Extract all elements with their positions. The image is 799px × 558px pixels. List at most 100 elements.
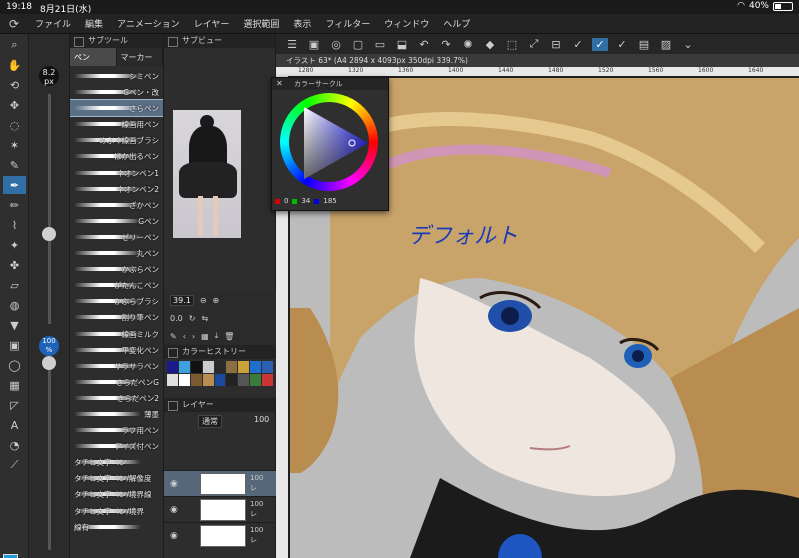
history-swatch[interactable] xyxy=(262,374,273,386)
history-swatch[interactable] xyxy=(167,361,178,373)
brush-item[interactable]: ラフ用ペン xyxy=(70,422,163,438)
brush-item[interactable]: がたんこペン xyxy=(70,277,163,293)
rotate-icon[interactable]: ⟲ xyxy=(3,76,26,94)
lasso-icon[interactable]: ◌ xyxy=(3,116,26,134)
brush-item[interactable]: ほか出るペン xyxy=(70,148,163,164)
layer-row[interactable]: ◉ 100 レ xyxy=(164,522,276,548)
layer-row[interactable]: ◉ 100 レ xyxy=(164,470,276,496)
history-swatch[interactable] xyxy=(202,374,214,386)
brush-item[interactable]: ざかペン xyxy=(70,197,163,213)
brush-item[interactable]: かぶらブラシ xyxy=(70,293,163,309)
visibility-eye-icon[interactable]: ◉ xyxy=(170,479,178,489)
history-swatch[interactable] xyxy=(238,374,250,386)
color-swatch-fg-bg[interactable] xyxy=(3,554,27,558)
saturation-value-triangle[interactable] xyxy=(302,105,370,181)
brush-item[interactable]: 丸ペン xyxy=(70,245,163,261)
decoration-icon[interactable]: ✤ xyxy=(3,256,26,274)
main-color[interactable] xyxy=(3,554,18,558)
zoom-in-icon[interactable]: ⊕ xyxy=(213,296,220,305)
snap-icon[interactable]: ⊟ xyxy=(548,38,564,51)
history-swatch[interactable] xyxy=(250,361,262,373)
zoom-out-icon[interactable]: ⊖ xyxy=(200,296,207,305)
stroke-icon[interactable]: ✓ xyxy=(614,38,630,51)
fill-icon[interactable]: ▼ xyxy=(3,316,26,334)
figure-icon[interactable]: ◯ xyxy=(3,356,26,374)
brush-item[interactable]: 薄墨 xyxy=(70,406,163,422)
menu-view[interactable]: 表示 xyxy=(286,17,318,30)
brush-mode-icon[interactable]: ✓ xyxy=(592,37,608,51)
visibility-eye-icon[interactable]: ◉ xyxy=(170,531,178,541)
redo-icon[interactable]: ↷ xyxy=(438,38,454,51)
layer-opacity[interactable]: 100 xyxy=(254,415,269,424)
menu-help[interactable]: ヘルプ xyxy=(436,17,477,30)
tab-pen[interactable]: ペン xyxy=(70,48,117,66)
history-swatch[interactable] xyxy=(190,361,202,373)
menu-layer[interactable]: レイヤー xyxy=(187,17,237,30)
brush-item[interactable]: タチヒ文字ペン xyxy=(70,454,163,470)
brush-size-knob[interactable] xyxy=(42,227,56,241)
canvas-tab[interactable]: イラスト 63* (A4 2894 x 4093px 350dpi 339.7%… xyxy=(276,54,799,67)
layer-settings-icon[interactable]: ▤ xyxy=(636,38,652,51)
menu-file[interactable]: ファイル xyxy=(28,17,78,30)
balloon-icon[interactable]: ◔ xyxy=(3,436,26,454)
menu-window[interactable]: ウィンドウ xyxy=(377,17,436,30)
history-swatch[interactable] xyxy=(250,374,262,386)
pen-icon[interactable]: ✒ xyxy=(3,176,26,194)
brush-item[interactable]: Gペン xyxy=(70,213,163,229)
transform-icon[interactable]: ⤢ xyxy=(526,37,542,51)
grid-icon[interactable]: ▦ xyxy=(201,332,209,341)
opacity-knob[interactable] xyxy=(42,356,56,370)
history-swatch[interactable] xyxy=(214,374,226,386)
zoom-field[interactable]: 39.1 xyxy=(170,294,194,306)
layer-row[interactable]: ◉ 100 レ xyxy=(164,496,276,522)
brush-item[interactable]: 平変化ペン xyxy=(70,342,163,358)
brush-item[interactable]: 割り筆ペン xyxy=(70,309,163,325)
new-icon[interactable]: ▢ xyxy=(350,38,366,51)
pencil-icon[interactable]: ✏ xyxy=(3,196,26,214)
history-swatch[interactable] xyxy=(226,361,238,373)
blend-icon[interactable]: ◍ xyxy=(3,296,26,314)
zoom-icon[interactable]: ⌕ xyxy=(3,36,26,54)
brush-item[interactable]: タチヒ文字ペン/境界 xyxy=(70,503,163,519)
select-icon[interactable]: ⬚ xyxy=(504,38,520,51)
import-icon[interactable]: ⤓ xyxy=(215,331,219,341)
opacity-slider[interactable] xyxy=(48,360,51,550)
history-swatch[interactable] xyxy=(202,361,214,373)
more-icon[interactable]: ⌄ xyxy=(680,38,696,51)
history-swatch[interactable] xyxy=(262,361,273,373)
brush-item[interactable]: タチヒ文字ペン/解像度 xyxy=(70,470,163,486)
brush-item[interactable]: ネオンペン1 xyxy=(70,165,163,181)
brush-item[interactable]: かぶらペン xyxy=(70,261,163,277)
menu-edit[interactable]: 編集 xyxy=(78,17,110,30)
ruler-icon[interactable]: ◸ xyxy=(3,396,26,414)
history-swatch[interactable] xyxy=(167,374,178,386)
hand-icon[interactable]: ✋ xyxy=(3,56,26,74)
brush-item[interactable]: ゼリーペン xyxy=(70,229,163,245)
brush-item[interactable]: めぶく線画ブラシ xyxy=(70,132,163,148)
brush-item[interactable]: 線画ミルク xyxy=(70,326,163,342)
brush-item[interactable]: さらだペンG xyxy=(70,374,163,390)
history-swatch[interactable] xyxy=(214,361,226,373)
color-icon[interactable]: ▨ xyxy=(658,38,674,51)
text-icon[interactable]: A xyxy=(3,416,26,434)
save-icon[interactable]: ⬓ xyxy=(394,38,410,51)
brush-item[interactable]: アイズ付ペン xyxy=(70,438,163,454)
line-icon[interactable]: ⟋ xyxy=(3,456,26,474)
menu-selection[interactable]: 選択範囲 xyxy=(236,17,286,30)
history-swatch[interactable] xyxy=(238,361,250,373)
fill-icon[interactable]: ◆ xyxy=(482,38,498,51)
brush-item[interactable]: 線有 xyxy=(70,519,163,535)
brush-item[interactable]: Gペン・改 xyxy=(70,84,163,100)
app-logo-icon[interactable]: ⟳ xyxy=(0,17,28,31)
brush-item[interactable]: タチヒ文字ペン/境界線 xyxy=(70,486,163,502)
tab-marker[interactable]: マーカー xyxy=(117,48,163,66)
open-icon[interactable]: ▭ xyxy=(372,38,388,51)
next-icon[interactable]: › xyxy=(192,332,195,341)
view-icon[interactable]: ◎ xyxy=(328,38,344,51)
history-swatch[interactable] xyxy=(178,374,190,386)
rotate-icon[interactable]: ↻ xyxy=(189,314,196,323)
brush-icon[interactable]: ⌇ xyxy=(3,216,26,234)
close-icon[interactable]: ✕ xyxy=(276,78,283,90)
delete-icon[interactable]: 🗑 xyxy=(224,332,234,341)
gradient-icon[interactable]: ▣ xyxy=(3,336,26,354)
